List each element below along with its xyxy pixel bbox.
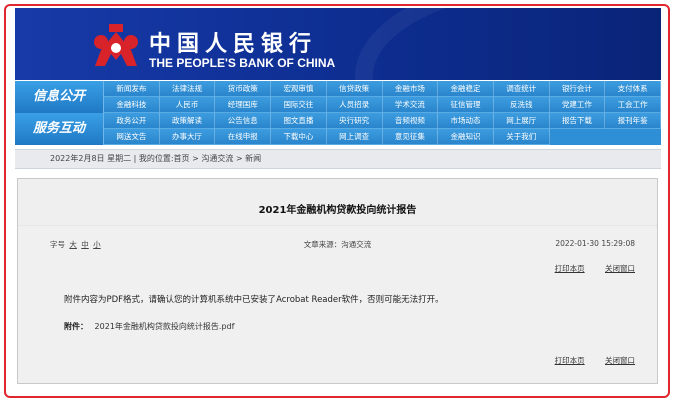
nav-item[interactable]: 支付体系 bbox=[605, 81, 661, 97]
close-window-link[interactable]: 关闭窗口 bbox=[605, 356, 635, 365]
site-banner: 中国人民银行 THE PEOPLE'S BANK OF CHINA bbox=[15, 8, 661, 80]
nav-item[interactable]: 金融稳定 bbox=[438, 81, 494, 97]
nav-item[interactable]: 网送文告 bbox=[104, 129, 160, 145]
pboc-logo-icon bbox=[94, 24, 138, 66]
nav-item[interactable]: 公告信息 bbox=[215, 113, 272, 129]
print-page-link[interactable]: 打印本页 bbox=[555, 264, 585, 273]
nav-item[interactable]: 政务公开 bbox=[104, 113, 160, 129]
nav-item[interactable]: 金融市场 bbox=[382, 81, 439, 97]
nav-item[interactable]: 法律法规 bbox=[159, 81, 216, 97]
nav-item[interactable]: 关于我们 bbox=[493, 129, 550, 145]
nav-item[interactable]: 网上调查 bbox=[326, 129, 383, 145]
nav-item[interactable]: 报告下载 bbox=[549, 113, 606, 129]
breadcrumb: 2022年2月8日 星期二 | 我的位置:首页 > 沟通交流 > 新闻 bbox=[15, 149, 661, 169]
nav-item[interactable]: 音频视频 bbox=[382, 113, 439, 129]
nav-item[interactable]: 党建工作 bbox=[549, 97, 606, 113]
article-panel: 2021年金融机构贷款投向统计报告 字号 大 中 小 文章来源：沟通交流 202… bbox=[17, 178, 658, 384]
nav-item[interactable]: 市场动态 bbox=[438, 113, 494, 129]
nav-item[interactable]: 办事大厅 bbox=[159, 129, 216, 145]
nav-grid: 新闻发布 法律法规 货币政策 宏观审慎 信贷政策 金融市场 金融稳定 调查统计 … bbox=[104, 81, 661, 145]
article-date: 2022-01-30 15:29:08 bbox=[555, 239, 635, 248]
nav-item[interactable]: 信贷政策 bbox=[326, 81, 383, 97]
nav-item[interactable]: 学术交流 bbox=[382, 97, 439, 113]
attachment-link[interactable]: 2021年金融机构贷款投向统计报告.pdf bbox=[95, 322, 235, 331]
nav-item[interactable]: 国际交往 bbox=[271, 97, 327, 113]
nav-item[interactable]: 宏观审慎 bbox=[271, 81, 327, 97]
banner-decoration bbox=[355, 8, 661, 80]
attachment-label: 附件： bbox=[64, 322, 88, 331]
nav-item[interactable]: 图文直播 bbox=[271, 113, 327, 129]
article-title: 2021年金融机构贷款投向统计报告 bbox=[258, 205, 417, 216]
site-title-cn: 中国人民银行 bbox=[149, 31, 318, 57]
pdf-notice: 附件内容为PDF格式，请确认您的计算机系统中已安装了Acrobat Reader… bbox=[64, 295, 444, 305]
article-actions-top: 打印本页 关闭窗口 bbox=[537, 263, 635, 274]
nav-item[interactable]: 人民币 bbox=[159, 97, 216, 113]
nav-item[interactable]: 经理国库 bbox=[215, 97, 272, 113]
breadcrumb-text[interactable]: 2022年2月8日 星期二 | 我的位置:首页 > 沟通交流 > 新闻 bbox=[50, 154, 261, 163]
nav-item[interactable]: 新闻发布 bbox=[104, 81, 160, 97]
nav-item[interactable]: 央行研究 bbox=[326, 113, 383, 129]
close-window-link[interactable]: 关闭窗口 bbox=[605, 264, 635, 273]
main-navigation: 信息公开 服务互动 新闻发布 法律法规 货币政策 宏观审慎 信贷政策 金融市场 … bbox=[15, 81, 661, 145]
nav-item[interactable]: 征信管理 bbox=[438, 97, 494, 113]
nav-item[interactable]: 意见征集 bbox=[382, 129, 439, 145]
nav-item[interactable]: 在线申报 bbox=[215, 129, 272, 145]
site-title-en: THE PEOPLE'S BANK OF CHINA bbox=[149, 56, 336, 70]
nav-item[interactable]: 人员招录 bbox=[326, 97, 383, 113]
nav-item[interactable]: 政策解读 bbox=[159, 113, 216, 129]
nav-item[interactable]: 银行会计 bbox=[549, 81, 606, 97]
nav-item[interactable]: 工会工作 bbox=[605, 97, 661, 113]
print-page-link[interactable]: 打印本页 bbox=[555, 356, 585, 365]
nav-item[interactable]: 金融科技 bbox=[104, 97, 160, 113]
nav-section-service[interactable]: 服务互动 bbox=[15, 113, 104, 145]
article-actions-bottom: 打印本页 关闭窗口 bbox=[537, 355, 635, 366]
nav-item[interactable]: 反洗钱 bbox=[493, 97, 550, 113]
nav-item[interactable]: 金融知识 bbox=[438, 129, 494, 145]
attachment-row: 附件： 2021年金融机构贷款投向统计报告.pdf bbox=[64, 321, 234, 332]
nav-section-info-public[interactable]: 信息公开 bbox=[15, 81, 104, 113]
nav-item[interactable]: 下载中心 bbox=[271, 129, 327, 145]
nav-item[interactable]: 报刊年鉴 bbox=[605, 113, 661, 129]
nav-item[interactable]: 货币政策 bbox=[215, 81, 272, 97]
nav-item[interactable]: 调查统计 bbox=[493, 81, 550, 97]
nav-item[interactable]: 网上展厅 bbox=[493, 113, 550, 129]
